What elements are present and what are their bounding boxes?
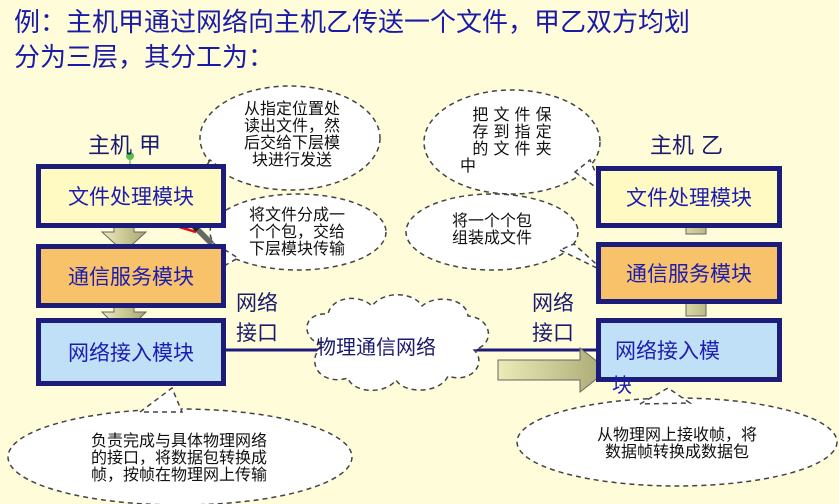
host-b-net-module-tail: 块 <box>612 373 632 397</box>
bubble-a-net-line2: 的接口，将数据包转换成 <box>90 448 267 467</box>
bubble-b-file-line3: 的 文 件 夹 <box>472 139 552 158</box>
host-b-file-module[interactable]: 文件处理模块 <box>596 166 782 228</box>
page-title: 例：主机甲通过网络向主机乙传送一个文件，甲乙双方均划 分为三层，其分工为： <box>14 6 834 76</box>
bubble-a-file-text: 从指定位置处 读出文件，然 后交给下层模 块进行发送 <box>232 100 352 168</box>
host-a-comm-module[interactable]: 通信服务模块 <box>36 244 226 308</box>
net-iface-right-line2: 接口 <box>532 321 574 345</box>
bubble-a-net-text: 负责完成与具体物理网络 的接口，将数据包转换成 帧，按帧在物理网上传输 <box>54 432 304 483</box>
host-b-comm-module[interactable]: 通信服务模块 <box>596 242 782 304</box>
bubble-a-net-line3: 帧，按帧在物理网上传输 <box>90 465 267 484</box>
title-line-1: 例：主机甲通过网络向主机乙传送一个文件，甲乙双方均划 <box>14 8 691 38</box>
bubble-a-file-line3: 后交给下层模 <box>243 133 340 152</box>
net-iface-left-line1: 网络 <box>236 291 278 315</box>
host-b-label: 主机 乙 <box>650 134 723 159</box>
bubble-a-net-line1: 负责完成与具体物理网络 <box>90 431 267 450</box>
cloud-label: 物理通信网络 <box>316 335 436 359</box>
bubble-b-comm-text: 将一个个包 组装成文件 <box>436 212 548 246</box>
host-a-net-module-label: 网络接入模块 <box>68 341 194 365</box>
host-a-label: 主机 甲 <box>88 134 161 159</box>
net-iface-left-line2: 接口 <box>236 321 278 345</box>
host-a-file-module[interactable]: 文件处理模块 <box>36 164 226 228</box>
bubble-b-file-text: 把 文 件 保 存 到 指 定 的 文 件 夹 中 <box>452 106 572 174</box>
bubble-b-file-line1: 把 文 件 保 <box>472 105 552 124</box>
bubble-a-comm-text: 将文件分成一 个个包，交给 下层模块传输 <box>236 206 358 257</box>
bubble-b-net-text: 从物理网上接收帧，将 数据帧转换成数据包 <box>564 426 790 460</box>
bubble-a-comm-line2: 个个包，交给 <box>248 222 345 241</box>
bubble-a-comm-line3: 下层模块传输 <box>248 239 345 258</box>
host-b-comm-module-label: 通信服务模块 <box>626 262 752 286</box>
host-a-file-module-label: 文件处理模块 <box>68 185 194 209</box>
bubble-b-net-line1: 从物理网上接收帧，将 <box>596 425 757 444</box>
bubble-b-file-line4: 中 <box>460 156 477 175</box>
bubble-b-file-line2: 存 到 指 定 <box>472 122 552 141</box>
net-iface-right-line1: 网络 <box>532 291 574 315</box>
arrow-right-b <box>497 346 609 394</box>
bubble-a-file-line4: 块进行发送 <box>251 150 332 169</box>
bubble-b-comm-line2: 组装成文件 <box>451 228 532 247</box>
bubble-a-file-line1: 从指定位置处 <box>243 99 340 118</box>
host-b-net-module-label: 网络接入模 <box>615 339 720 363</box>
bubble-a-file-line2: 读出文件，然 <box>243 116 340 135</box>
bubble-b-comm-line1: 将一个个包 <box>451 211 532 230</box>
net-iface-left: 网络 接口 <box>236 288 278 348</box>
bubble-b-net-line2: 数据帧转换成数据包 <box>604 442 749 461</box>
host-a-comm-module-label: 通信服务模块 <box>68 265 194 289</box>
title-line-2: 分为三层，其分工为： <box>14 43 275 73</box>
bubble-a-comm-line1: 将文件分成一 <box>248 205 345 224</box>
host-a-net-module[interactable]: 网络接入模块 <box>36 318 226 386</box>
host-b-file-module-label: 文件处理模块 <box>626 186 752 210</box>
net-iface-right: 网络 接口 <box>532 288 574 348</box>
